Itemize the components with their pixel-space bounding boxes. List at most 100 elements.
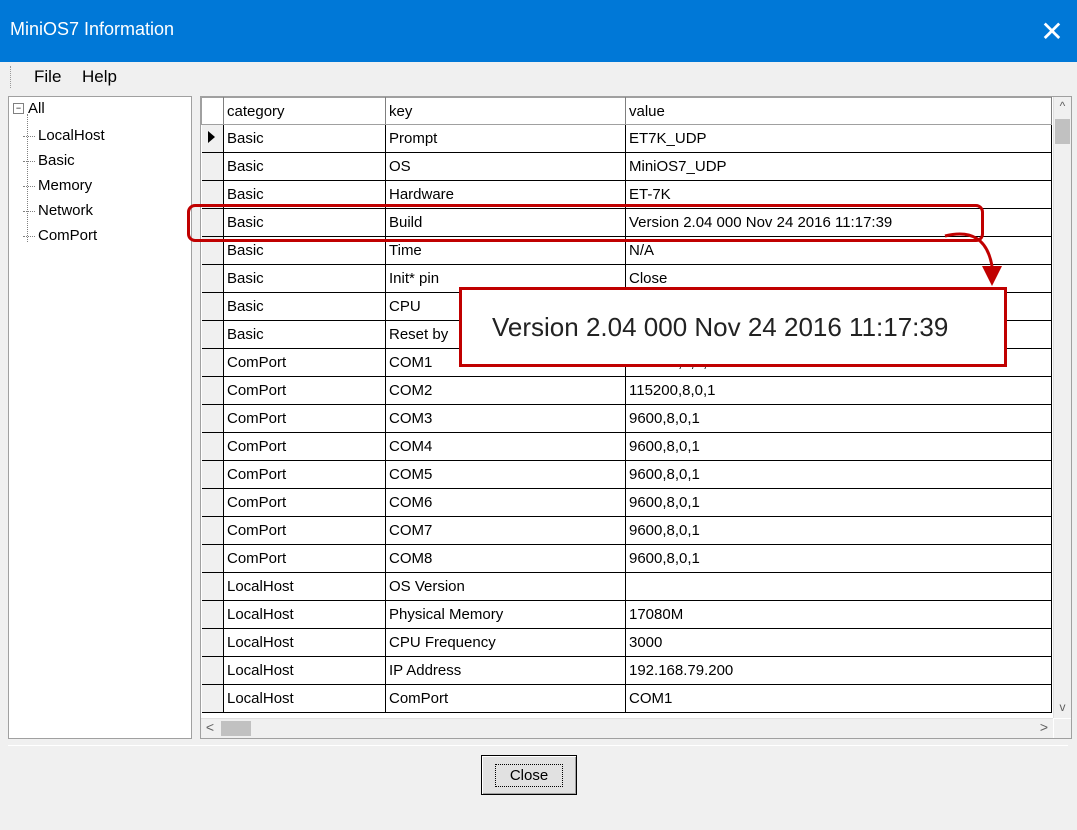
row-selector[interactable] bbox=[201, 516, 224, 545]
cell-key[interactable]: COM5 bbox=[385, 460, 626, 489]
cell-category[interactable]: ComPort bbox=[223, 432, 386, 461]
cell-key[interactable]: COM2 bbox=[385, 376, 626, 405]
cell-category[interactable]: Basic bbox=[223, 264, 386, 293]
cell-value[interactable]: 9600,8,0,1 bbox=[625, 460, 1052, 489]
cell-key[interactable]: Build bbox=[385, 208, 626, 237]
table-row[interactable]: Basic Build Version 2.04 000 Nov 24 2016 1… bbox=[201, 208, 1052, 237]
row-selector[interactable] bbox=[201, 292, 224, 321]
scroll-up-icon[interactable]: ^ bbox=[1054, 99, 1071, 117]
cell-key[interactable]: IP Address bbox=[385, 656, 626, 685]
cell-value[interactable]: 9600,8,0,1 bbox=[625, 432, 1052, 461]
cell-category[interactable]: ComPort bbox=[223, 488, 386, 517]
cell-value[interactable]: 17080M bbox=[625, 600, 1052, 629]
table-row[interactable]: ComPort COM5 9600,8,0,1 bbox=[201, 460, 1052, 489]
cell-key[interactable]: OS Version bbox=[385, 572, 626, 601]
tree-node-localhost[interactable]: LocalHost bbox=[23, 127, 105, 144]
cell-value[interactable]: 3000 bbox=[625, 628, 1052, 657]
cell-category[interactable]: LocalHost bbox=[223, 572, 386, 601]
cell-value[interactable]: 192.168.79.200 bbox=[625, 656, 1052, 685]
cell-key[interactable]: ComPort bbox=[385, 684, 626, 713]
cell-category[interactable]: LocalHost bbox=[223, 600, 386, 629]
close-button[interactable]: Close bbox=[481, 755, 577, 795]
cell-value[interactable] bbox=[625, 572, 1052, 601]
row-selector[interactable] bbox=[201, 684, 224, 713]
horizontal-scrollbar[interactable]: < > bbox=[201, 718, 1053, 738]
tree-node-basic[interactable]: Basic bbox=[23, 152, 75, 169]
cell-key[interactable]: Prompt bbox=[385, 124, 626, 153]
cell-key[interactable]: COM4 bbox=[385, 432, 626, 461]
table-row[interactable]: ComPort COM3 9600,8,0,1 bbox=[201, 404, 1052, 433]
cell-key[interactable]: COM7 bbox=[385, 516, 626, 545]
cell-key[interactable]: Hardware bbox=[385, 180, 626, 209]
cell-key[interactable]: Physical Memory bbox=[385, 600, 626, 629]
cell-value[interactable]: MiniOS7_UDP bbox=[625, 152, 1052, 181]
table-row[interactable]: ComPort COM2 115200,8,0,1 bbox=[201, 376, 1052, 405]
row-selector[interactable] bbox=[201, 208, 224, 237]
collapse-icon[interactable]: − bbox=[13, 103, 24, 114]
cell-category[interactable]: Basic bbox=[223, 208, 386, 237]
table-row[interactable]: Basic Prompt ET7K_UDP bbox=[201, 124, 1052, 153]
cell-category[interactable]: ComPort bbox=[223, 516, 386, 545]
table-row[interactable]: ComPort COM7 9600,8,0,1 bbox=[201, 516, 1052, 545]
row-selector[interactable] bbox=[201, 124, 224, 153]
cell-category[interactable]: ComPort bbox=[223, 404, 386, 433]
column-header-category[interactable]: category bbox=[223, 97, 386, 125]
column-header-key[interactable]: key bbox=[385, 97, 626, 125]
close-window-icon[interactable]: ✕ bbox=[1027, 0, 1077, 62]
scroll-right-icon[interactable]: > bbox=[1035, 719, 1053, 738]
row-selector[interactable] bbox=[201, 544, 224, 573]
cell-category[interactable]: LocalHost bbox=[223, 656, 386, 685]
cell-value[interactable]: 9600,8,0,1 bbox=[625, 544, 1052, 573]
table-row[interactable]: Basic Time N/A bbox=[201, 236, 1052, 265]
cell-key[interactable]: COM6 bbox=[385, 488, 626, 517]
row-selector[interactable] bbox=[201, 320, 224, 349]
cell-key[interactable]: OS bbox=[385, 152, 626, 181]
cell-key[interactable]: COM8 bbox=[385, 544, 626, 573]
cell-category[interactable]: Basic bbox=[223, 292, 386, 321]
row-selector[interactable] bbox=[201, 600, 224, 629]
table-row[interactable]: LocalHost CPU Frequency 3000 bbox=[201, 628, 1052, 657]
tree-node-network[interactable]: Network bbox=[23, 202, 93, 219]
column-header-value[interactable]: value bbox=[625, 97, 1052, 125]
row-selector[interactable] bbox=[201, 572, 224, 601]
scroll-down-icon[interactable]: v bbox=[1054, 700, 1071, 718]
row-selector[interactable] bbox=[201, 460, 224, 489]
row-selector[interactable] bbox=[201, 488, 224, 517]
table-row[interactable]: Basic Hardware ET-7K bbox=[201, 180, 1052, 209]
cell-category[interactable]: LocalHost bbox=[223, 628, 386, 657]
cell-value[interactable]: COM1 bbox=[625, 684, 1052, 713]
cell-key[interactable]: Time bbox=[385, 236, 626, 265]
menu-help[interactable]: Help bbox=[82, 67, 117, 87]
cell-value[interactable]: 9600,8,0,1 bbox=[625, 488, 1052, 517]
cell-category[interactable]: ComPort bbox=[223, 460, 386, 489]
tree-node-memory[interactable]: Memory bbox=[23, 177, 92, 194]
cell-value[interactable]: 115200,8,0,1 bbox=[625, 376, 1052, 405]
cell-value[interactable]: ET7K_UDP bbox=[625, 124, 1052, 153]
row-selector[interactable] bbox=[201, 152, 224, 181]
row-selector[interactable] bbox=[201, 656, 224, 685]
cell-category[interactable]: ComPort bbox=[223, 348, 386, 377]
cell-category[interactable]: Basic bbox=[223, 124, 386, 153]
table-row[interactable]: ComPort COM6 9600,8,0,1 bbox=[201, 488, 1052, 517]
vertical-scrollbar[interactable]: ^ v bbox=[1053, 97, 1071, 718]
row-selector[interactable] bbox=[201, 264, 224, 293]
row-selector[interactable] bbox=[201, 404, 224, 433]
row-selector[interactable] bbox=[201, 236, 224, 265]
vertical-scroll-thumb[interactable] bbox=[1055, 119, 1070, 144]
tree-root[interactable]: − All bbox=[13, 100, 45, 117]
cell-value[interactable]: 9600,8,0,1 bbox=[625, 404, 1052, 433]
horizontal-scroll-thumb[interactable] bbox=[221, 721, 251, 736]
row-selector[interactable] bbox=[201, 628, 224, 657]
cell-category[interactable]: LocalHost bbox=[223, 684, 386, 713]
cell-category[interactable]: Basic bbox=[223, 152, 386, 181]
cell-value[interactable]: ET-7K bbox=[625, 180, 1052, 209]
row-selector[interactable] bbox=[201, 180, 224, 209]
table-row[interactable]: LocalHost OS Version bbox=[201, 572, 1052, 601]
cell-key[interactable]: CPU Frequency bbox=[385, 628, 626, 657]
row-selector[interactable] bbox=[201, 376, 224, 405]
table-row[interactable]: ComPort COM4 9600,8,0,1 bbox=[201, 432, 1052, 461]
scroll-left-icon[interactable]: < bbox=[201, 719, 219, 738]
tree-node-comport[interactable]: ComPort bbox=[23, 227, 97, 244]
table-row[interactable]: Basic OS MiniOS7_UDP bbox=[201, 152, 1052, 181]
cell-value[interactable]: 9600,8,0,1 bbox=[625, 516, 1052, 545]
